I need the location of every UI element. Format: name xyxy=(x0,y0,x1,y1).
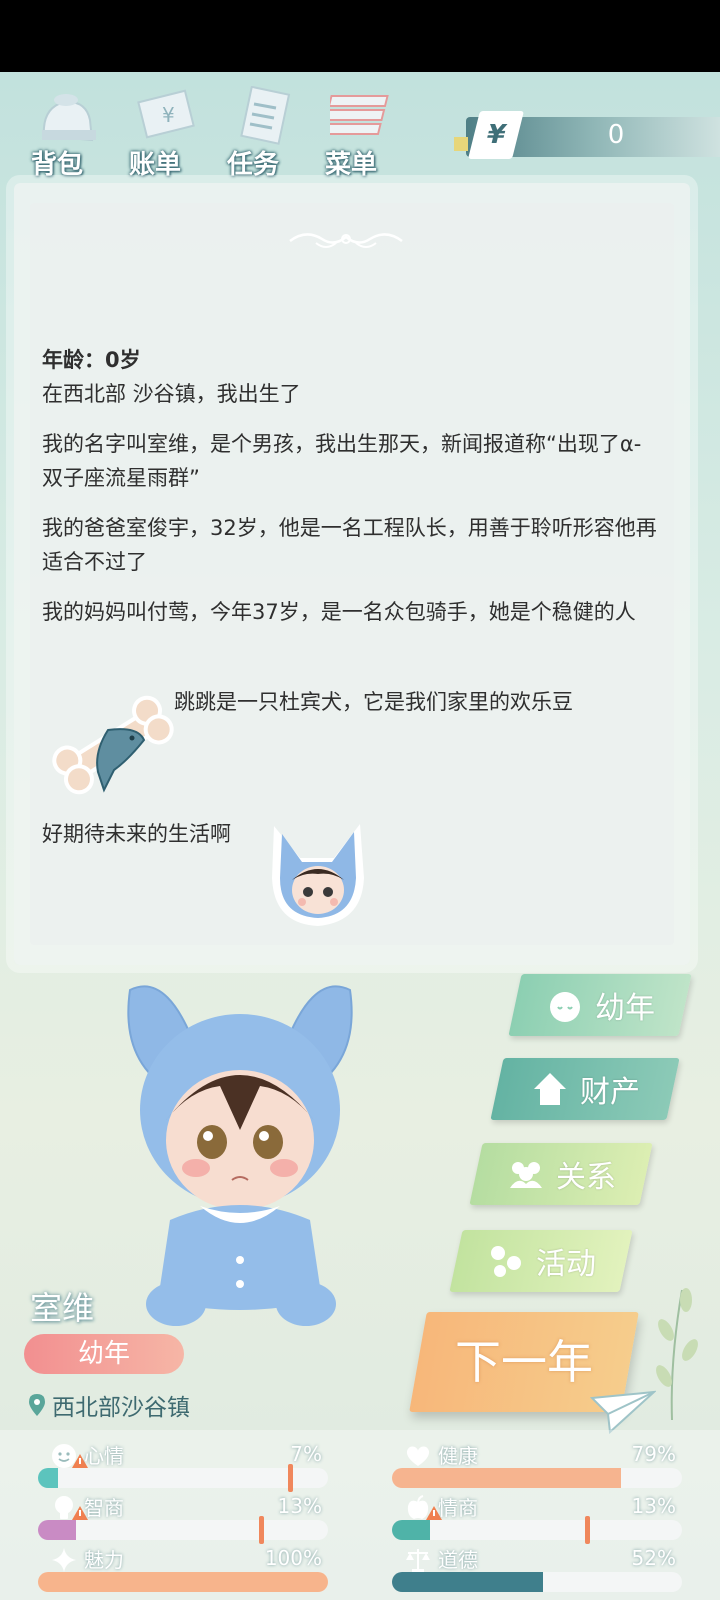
future-line: 好期待未来的生活啊 xyxy=(42,822,231,846)
bone-fish-icon xyxy=(52,695,174,795)
story-paragraph: 我的爸爸室俊宇，32岁，他是一名工程队长，用善于聆听形容他再适合不过了 xyxy=(42,516,657,574)
stat-morality: 道德 52% xyxy=(392,1544,682,1594)
location: 西北部沙谷镇 xyxy=(28,1388,190,1422)
stat-track xyxy=(392,1572,682,1592)
bill-button[interactable]: ¥ 账单 xyxy=(120,80,210,180)
stat-track xyxy=(392,1520,682,1540)
stat-label: 心情 xyxy=(84,1444,124,1468)
task-list-icon xyxy=(240,86,291,145)
heart-icon xyxy=(406,1446,430,1466)
status-bar xyxy=(0,0,720,72)
stat-fill xyxy=(38,1572,328,1592)
stat-value: 7% xyxy=(290,1442,322,1466)
bag-button[interactable]: 背包 xyxy=(22,80,112,180)
bag-label: 背包 xyxy=(30,150,83,180)
stat-label: 道德 xyxy=(438,1548,478,1572)
stat-track xyxy=(38,1520,328,1540)
bill-icon: ¥ xyxy=(137,89,195,139)
story-paragraph: 我的名字叫室维，是个男孩，我出生那天，新闻报道称“出现了α-双子座流星雨群” xyxy=(42,432,642,490)
youth-button[interactable]: 幼年 xyxy=(508,974,692,1036)
stat-track xyxy=(38,1468,328,1488)
assets-label: 财产 xyxy=(580,1075,640,1110)
house-icon xyxy=(534,1073,566,1105)
age-line: 年龄：0岁 xyxy=(42,348,141,372)
relation-label: 关系 xyxy=(556,1160,616,1195)
stats-panel: 心情 7% 健康 79% 智商 13% 情商 13% 魅力 100% 道德 52… xyxy=(0,1430,720,1600)
story-text: 年龄：0岁 在西北部 沙谷镇，我出生了 我的名字叫室维，是个男孩，我出生那天，新… xyxy=(42,343,662,645)
stat-fill xyxy=(38,1468,59,1488)
stat-eq: 情商 13% xyxy=(392,1492,682,1544)
people-icon xyxy=(510,1162,542,1188)
money-amount: 0 xyxy=(607,120,625,150)
menu-button[interactable]: 菜单 xyxy=(316,80,406,180)
sparkle-icon xyxy=(52,1548,76,1572)
stat-track xyxy=(392,1468,682,1488)
stat-mood: 心情 7% xyxy=(38,1440,328,1492)
stat-value: 13% xyxy=(631,1494,676,1518)
story-panel: 年龄：0岁 在西北部 沙谷镇，我出生了 我的名字叫室维，是个男孩，我出生那天，新… xyxy=(14,183,690,965)
money-dot xyxy=(454,137,468,151)
stat-charm: 魅力 100% xyxy=(38,1544,328,1594)
money-display: ¥ 0 xyxy=(454,111,720,159)
bill-label: 账单 xyxy=(128,150,181,180)
stat-value: 52% xyxy=(631,1546,676,1570)
stat-fill xyxy=(38,1520,76,1540)
currency-icon: ¥ xyxy=(468,111,524,159)
stat-fill xyxy=(392,1520,430,1540)
stat-iq: 智商 13% xyxy=(38,1492,328,1544)
baby-face-icon xyxy=(550,992,580,1022)
character-name: 室维 xyxy=(30,1289,95,1327)
stat-label: 情商 xyxy=(438,1496,478,1520)
stat-fill xyxy=(392,1468,622,1488)
pet-line: 跳跳是一只杜宾犬，它是我们家里的欢乐豆 xyxy=(174,690,573,714)
task-button[interactable]: 任务 xyxy=(218,80,308,180)
location-text: 西北部沙谷镇 xyxy=(52,1395,190,1421)
bag-icon xyxy=(42,94,96,142)
stat-threshold-marker xyxy=(585,1516,590,1544)
menu-list-icon xyxy=(330,95,389,135)
menu-label: 菜单 xyxy=(324,150,377,180)
stat-value: 79% xyxy=(631,1442,676,1466)
top-menu: 背包 ¥ 账单 任务 菜单 ¥ 0 xyxy=(0,72,720,182)
relation-button[interactable]: 关系 xyxy=(469,1143,653,1205)
assets-button[interactable]: 财产 xyxy=(490,1058,680,1120)
story-paragraph: 我的妈妈叫付莺，今年37岁，是一名众包骑手，她是个稳健的人 xyxy=(42,600,636,624)
activity-dots-icon xyxy=(491,1246,521,1277)
stat-threshold-marker xyxy=(259,1516,264,1544)
stat-value: 13% xyxy=(277,1494,322,1518)
youth-label: 幼年 xyxy=(595,991,655,1026)
stat-value: 100% xyxy=(264,1546,322,1570)
activity-button[interactable]: 活动 xyxy=(449,1230,633,1292)
scales-icon xyxy=(406,1549,430,1572)
life-stage-badge: 幼年 xyxy=(24,1334,184,1374)
stat-threshold-marker xyxy=(288,1464,293,1492)
character-avatar[interactable] xyxy=(110,970,370,1340)
stat-fill xyxy=(392,1572,543,1592)
stat-health: 健康 79% xyxy=(392,1440,682,1490)
stat-label: 健康 xyxy=(438,1444,478,1468)
flourish-ornament xyxy=(289,233,403,248)
birth-line: 在西北部 沙谷镇，我出生了 xyxy=(42,382,301,406)
task-label: 任务 xyxy=(226,150,279,180)
location-pin-icon xyxy=(29,1394,45,1416)
stat-label: 智商 xyxy=(84,1496,124,1520)
baby-sticker-icon xyxy=(272,824,364,926)
activity-label: 活动 xyxy=(536,1247,596,1282)
stat-track xyxy=(38,1572,328,1592)
leaves-decoration xyxy=(656,1288,698,1420)
stat-label: 魅力 xyxy=(84,1548,124,1572)
svg-text:¥: ¥ xyxy=(162,103,175,127)
